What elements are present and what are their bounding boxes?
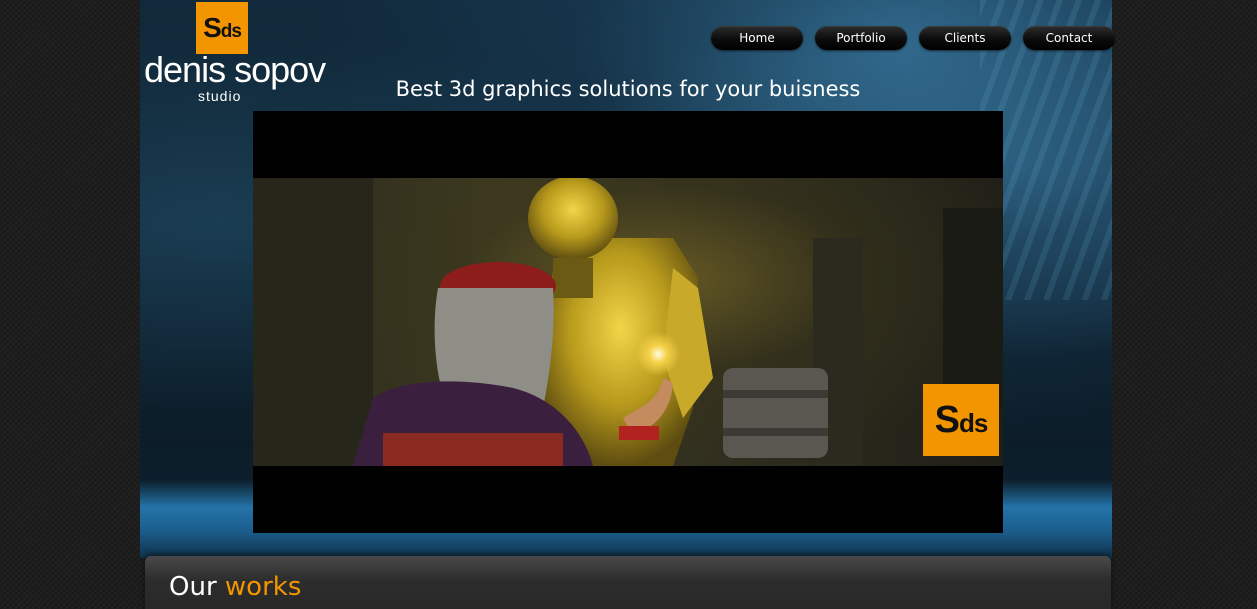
nav-portfolio-button[interactable]: Portfolio bbox=[815, 26, 907, 50]
video-frame[interactable]: Sds bbox=[253, 178, 1003, 466]
nav-home-button[interactable]: Home bbox=[711, 26, 803, 50]
our-works-section-header: Our works bbox=[145, 556, 1111, 609]
page: Sds denis sopov studio Home Portfolio Cl… bbox=[0, 0, 1257, 609]
logo-subtitle: studio bbox=[198, 88, 242, 104]
hero-tagline: Best 3d graphics solutions for your buis… bbox=[395, 77, 861, 101]
video-badge-letters-small: ds bbox=[959, 408, 988, 438]
main-navigation: Home Portfolio Clients Contact bbox=[711, 26, 1115, 50]
showreel-video-player[interactable]: Sds bbox=[253, 111, 1003, 533]
video-scene-illustration bbox=[253, 178, 1003, 466]
our-works-title: Our works bbox=[169, 570, 301, 604]
logo-mark-letter: S bbox=[203, 12, 222, 43]
logo-mark-letters-small: ds bbox=[220, 21, 242, 42]
video-badge-letter: S bbox=[934, 399, 960, 441]
our-works-title-part1: Our bbox=[169, 572, 217, 602]
video-watermark-badge: Sds bbox=[923, 384, 999, 456]
logo-mark-icon: Sds bbox=[196, 2, 248, 54]
our-works-title-accent: works bbox=[224, 572, 302, 602]
nav-contact-button[interactable]: Contact bbox=[1023, 26, 1115, 50]
nav-clients-button[interactable]: Clients bbox=[919, 26, 1011, 50]
